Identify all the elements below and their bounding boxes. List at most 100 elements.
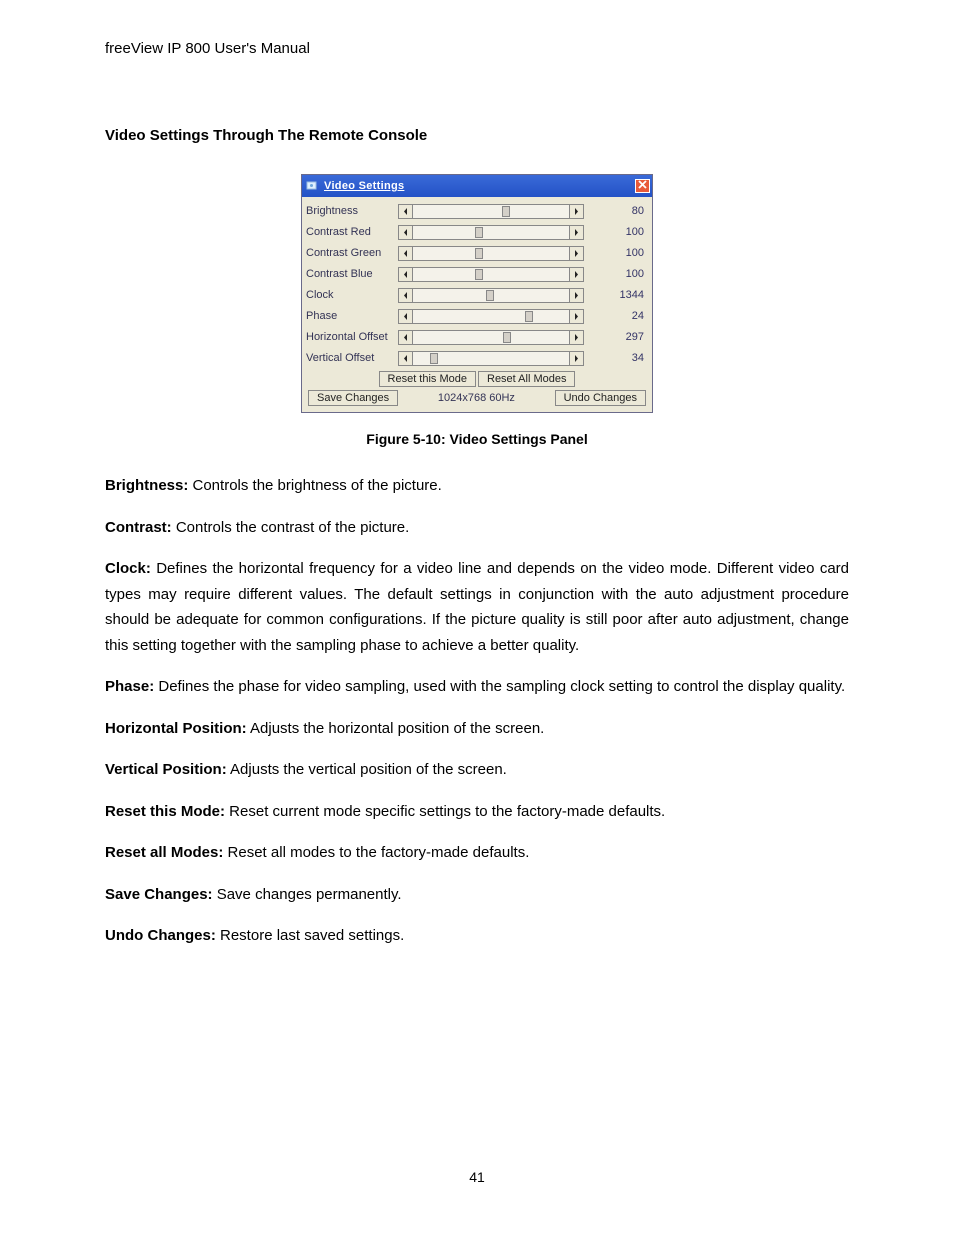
slider-track[interactable] [413, 246, 569, 261]
term-resetall: Reset all Modes: [105, 844, 223, 861]
slider-value: 34 [584, 352, 648, 364]
arrow-right-icon[interactable] [569, 246, 584, 261]
slider-thumb[interactable] [475, 248, 483, 259]
slider-track[interactable] [413, 204, 569, 219]
slider-thumb[interactable] [486, 290, 494, 301]
arrow-right-icon[interactable] [569, 267, 584, 282]
arrow-right-icon[interactable] [569, 330, 584, 345]
slider-track[interactable] [413, 330, 569, 345]
arrow-left-icon[interactable] [398, 351, 413, 366]
slider-label: Contrast Blue [306, 268, 398, 280]
para-brightness: Brightness: Controls the brightness of t… [105, 473, 849, 499]
arrow-right-icon[interactable] [569, 309, 584, 324]
arrow-left-icon[interactable] [398, 204, 413, 219]
slider-value: 100 [584, 268, 648, 280]
text-contrast: Controls the contrast of the picture. [172, 519, 410, 536]
close-icon [638, 180, 647, 192]
slider-value: 1344 [584, 289, 648, 301]
slider-value: 297 [584, 331, 648, 343]
slider[interactable] [398, 309, 584, 324]
slider-track[interactable] [413, 288, 569, 303]
slider-row: Brightness 80 [306, 201, 648, 221]
panel-body: Brightness80Contrast Red100Contrast Gree… [302, 197, 652, 412]
arrow-right-icon[interactable] [569, 288, 584, 303]
slider-thumb[interactable] [430, 353, 438, 364]
para-vpos: Vertical Position: Adjusts the vertical … [105, 757, 849, 783]
para-contrast: Contrast: Controls the contrast of the p… [105, 515, 849, 541]
slider-thumb[interactable] [503, 332, 511, 343]
slider-label: Phase [306, 310, 398, 322]
save-changes-button[interactable]: Save Changes [308, 390, 398, 406]
arrow-left-icon[interactable] [398, 246, 413, 261]
arrow-right-icon[interactable] [569, 351, 584, 366]
slider-thumb[interactable] [475, 269, 483, 280]
slider-row: Contrast Green 100 [306, 243, 648, 263]
slider-thumb[interactable] [475, 227, 483, 238]
slider-row: Contrast Blue 100 [306, 264, 648, 284]
arrow-left-icon[interactable] [398, 309, 413, 324]
arrow-left-icon[interactable] [398, 330, 413, 345]
running-head: freeView IP 800 User's Manual [105, 40, 849, 57]
close-button[interactable] [635, 179, 650, 193]
slider-value: 80 [584, 205, 648, 217]
slider[interactable] [398, 288, 584, 303]
slider[interactable] [398, 351, 584, 366]
slider-label: Contrast Green [306, 247, 398, 259]
slider-value: 100 [584, 226, 648, 238]
slider-track[interactable] [413, 309, 569, 324]
slider-row: Horizontal Offset 297 [306, 327, 648, 347]
slider-label: Vertical Offset [306, 352, 398, 364]
para-resetmode: Reset this Mode: Reset current mode spec… [105, 799, 849, 825]
reset-all-modes-button[interactable]: Reset All Modes [478, 371, 575, 387]
text-hpos: Adjusts the horizontal position of the s… [247, 720, 545, 737]
arrow-left-icon[interactable] [398, 225, 413, 240]
slider[interactable] [398, 267, 584, 282]
video-settings-icon [306, 180, 320, 192]
slider-value: 24 [584, 310, 648, 322]
term-contrast: Contrast: [105, 519, 172, 536]
slider[interactable] [398, 330, 584, 345]
slider-row: Clock 1344 [306, 285, 648, 305]
slider-value: 100 [584, 247, 648, 259]
term-clock: Clock: [105, 560, 151, 577]
text-clock: Defines the horizontal frequency for a v… [105, 560, 849, 654]
para-undo: Undo Changes: Restore last saved setting… [105, 923, 849, 949]
slider-thumb[interactable] [525, 311, 533, 322]
undo-changes-button[interactable]: Undo Changes [555, 390, 646, 406]
mode-label: 1024x768 60Hz [398, 392, 554, 404]
slider-label: Clock [306, 289, 398, 301]
arrow-right-icon[interactable] [569, 204, 584, 219]
slider[interactable] [398, 225, 584, 240]
arrow-right-icon[interactable] [569, 225, 584, 240]
slider-track[interactable] [413, 225, 569, 240]
para-clock: Clock: Defines the horizontal frequency … [105, 556, 849, 658]
arrow-left-icon[interactable] [398, 267, 413, 282]
slider[interactable] [398, 204, 584, 219]
page-number: 41 [105, 1169, 849, 1185]
term-vpos: Vertical Position: [105, 761, 227, 778]
slider-row: Phase 24 [306, 306, 648, 326]
text-brightness: Controls the brightness of the picture. [188, 477, 441, 494]
slider-thumb[interactable] [502, 206, 510, 217]
term-phase: Phase: [105, 678, 154, 695]
reset-this-mode-button[interactable]: Reset this Mode [379, 371, 476, 387]
para-resetall: Reset all Modes: Reset all modes to the … [105, 840, 849, 866]
section-title: Video Settings Through The Remote Consol… [105, 127, 849, 144]
slider-row: Contrast Red100 [306, 222, 648, 242]
text-phase: Defines the phase for video sampling, us… [154, 678, 845, 695]
panel-title: Video Settings [324, 180, 404, 192]
slider-label: Horizontal Offset [306, 331, 398, 343]
term-resetmode: Reset this Mode: [105, 803, 225, 820]
slider-track[interactable] [413, 351, 569, 366]
term-hpos: Horizontal Position: [105, 720, 247, 737]
slider-label: Brightness [306, 205, 398, 217]
slider-track[interactable] [413, 267, 569, 282]
arrow-left-icon[interactable] [398, 288, 413, 303]
term-undo: Undo Changes: [105, 927, 216, 944]
slider-row: Vertical Offset 34 [306, 348, 648, 368]
text-save: Save changes permanently. [213, 886, 402, 903]
text-resetall: Reset all modes to the factory-made defa… [223, 844, 529, 861]
text-undo: Restore last saved settings. [216, 927, 404, 944]
slider[interactable] [398, 246, 584, 261]
para-save: Save Changes: Save changes permanently. [105, 882, 849, 908]
